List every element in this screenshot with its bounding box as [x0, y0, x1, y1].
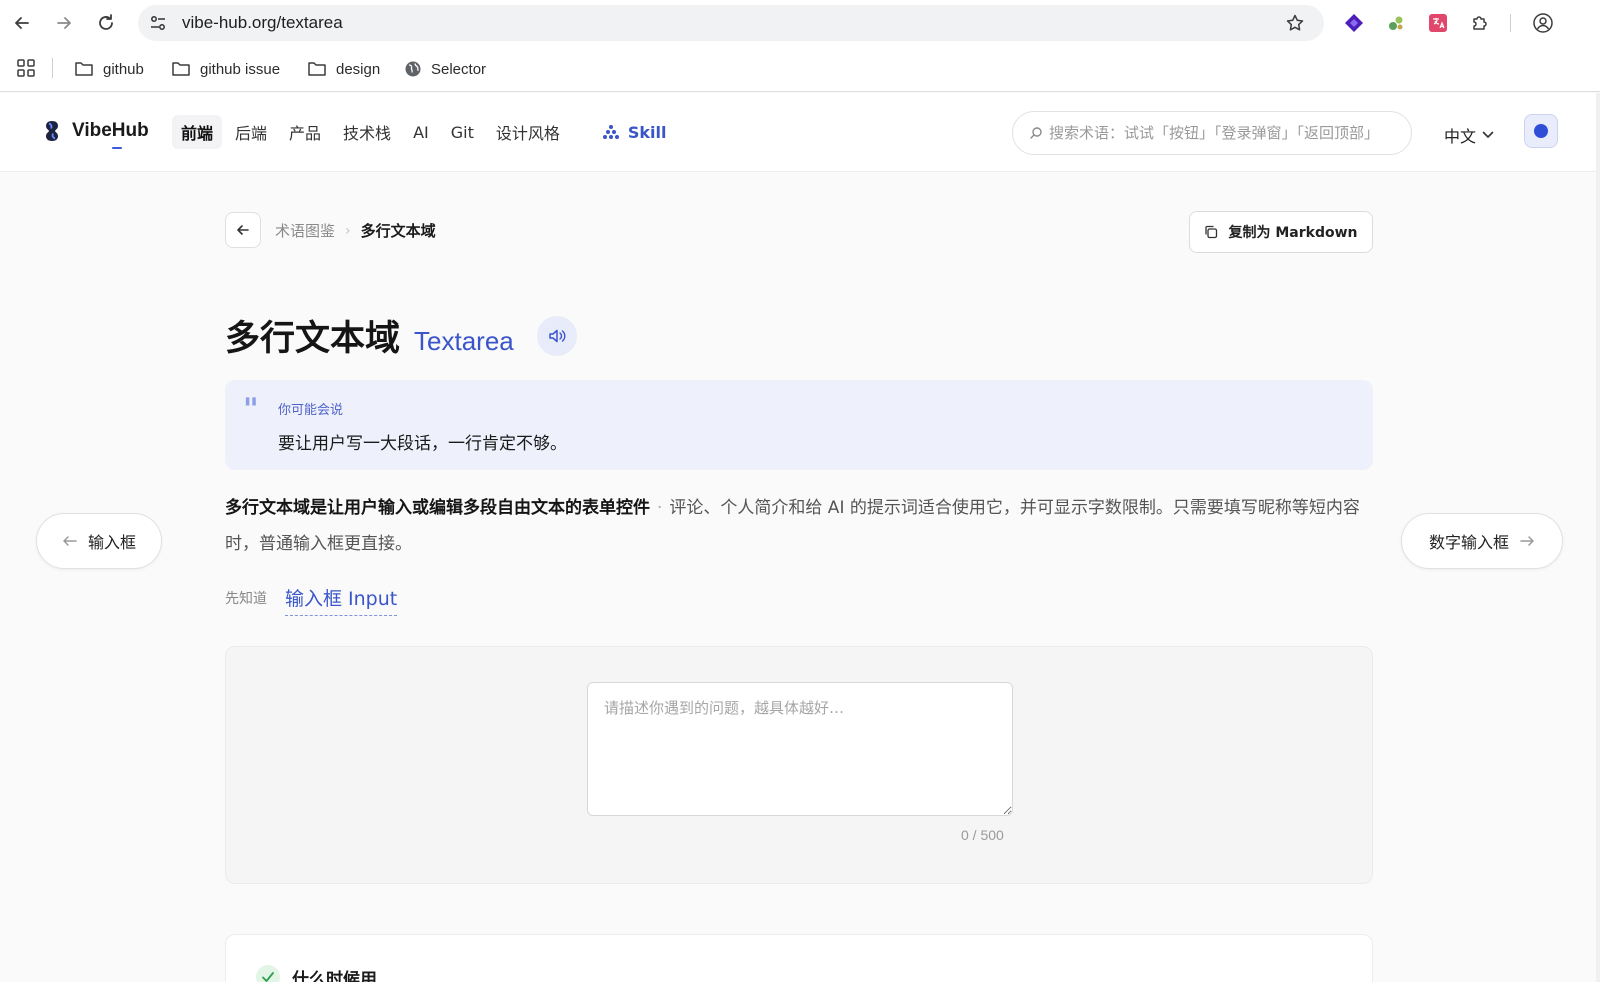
- skill-pyramid-icon: [602, 125, 619, 139]
- copy-markdown-button[interactable]: 复制为 Markdown: [1189, 211, 1373, 253]
- profile-icon[interactable]: [1532, 12, 1554, 34]
- back-arrow-icon[interactable]: [11, 12, 33, 34]
- textarea-demo: 0 / 500: [225, 646, 1373, 884]
- bookmark-github[interactable]: github: [74, 57, 144, 81]
- term-description: 多行文本域是让用户输入或编辑多段自由文本的表单控件 · 评论、个人简介和给 AI 的…: [225, 490, 1375, 562]
- language-selector[interactable]: 中文: [1444, 123, 1494, 147]
- bookmark-label: Selector: [431, 60, 487, 78]
- prev-term-label: 输入框: [87, 533, 136, 552]
- vibehub-logo-icon: [46, 121, 58, 141]
- quote-mark-icon: ": [243, 392, 259, 427]
- breadcrumb: 术语图鉴 › 多行文本域: [275, 220, 436, 241]
- extension-tool-icon[interactable]: [1385, 12, 1407, 34]
- when-to-use-section: 什么时候用: [225, 934, 1373, 982]
- extensions-puzzle-icon[interactable]: [1469, 12, 1491, 34]
- site-header: VibeHub 前端 后端 产品 技术栈 AI Git 设计风格 Skill 中…: [0, 93, 1600, 172]
- nav-item-backend[interactable]: 后端: [226, 115, 276, 149]
- reload-icon[interactable]: [95, 12, 117, 34]
- forward-arrow-icon[interactable]: [53, 12, 75, 34]
- browser-toolbar: vibe-hub.org/textarea: [0, 0, 1600, 46]
- next-term-button[interactable]: 数字输入框: [1401, 513, 1563, 569]
- main-nav: 前端 后端 产品 技术栈 AI Git 设计风格 Skill: [172, 115, 676, 149]
- nav-item-design-style[interactable]: 设计风格: [487, 115, 569, 149]
- breadcrumb-parent[interactable]: 术语图鉴: [275, 220, 335, 241]
- page-right-gutter: [1596, 93, 1600, 982]
- quote-label: 你可能会说: [278, 403, 344, 418]
- copy-markdown-label: 复制为 Markdown: [1228, 225, 1358, 241]
- site-logo[interactable]: VibeHub: [40, 119, 149, 143]
- bookmark-label: design: [336, 60, 381, 78]
- title-en: Textarea: [414, 326, 514, 356]
- bookmark-selector[interactable]: Selector: [404, 57, 486, 81]
- next-term-label: 数字输入框: [1428, 533, 1509, 552]
- arrow-right-icon: [1520, 536, 1534, 546]
- bookmark-design[interactable]: design: [307, 57, 380, 81]
- address-bar[interactable]: vibe-hub.org/textarea: [138, 5, 1324, 41]
- title-zh: 多行文本域: [225, 319, 401, 359]
- copy-icon: [1205, 225, 1218, 239]
- folder-icon: [172, 62, 190, 76]
- term-search[interactable]: [1012, 111, 1412, 155]
- description-lead: 多行文本域是让用户输入或编辑多段自由文本的表单控件: [225, 498, 650, 518]
- search-icon: [1030, 127, 1042, 139]
- bookmark-label: github: [103, 60, 144, 78]
- speaker-icon: [549, 329, 566, 343]
- prerequisite-label: 先知道: [225, 591, 267, 607]
- quote-text: 要让用户写一大段话，一行肯定不够。: [278, 434, 567, 454]
- demo-textarea[interactable]: [587, 682, 1013, 816]
- back-button[interactable]: [225, 212, 261, 248]
- chevron-down-icon: [1482, 131, 1494, 138]
- skill-label: Skill: [627, 122, 667, 142]
- character-counter: 0 / 500: [961, 827, 1004, 843]
- check-icon: [256, 965, 280, 982]
- page-title: 多行文本域 Textarea: [225, 310, 514, 361]
- logo-text: VibeHub: [72, 120, 149, 141]
- nav-item-skill[interactable]: Skill: [593, 115, 676, 149]
- toolbar-divider: [1510, 14, 1511, 32]
- bookmarks-bar: github github issue design Selector: [0, 46, 1600, 92]
- bookmark-label: github issue: [200, 60, 281, 78]
- nav-item-tech-stack[interactable]: 技术栈: [334, 115, 400, 149]
- url-text: vibe-hub.org/textarea: [182, 13, 343, 32]
- globe-icon: [405, 61, 421, 77]
- arrow-left-icon: [63, 536, 77, 546]
- nav-item-frontend[interactable]: 前端: [172, 115, 223, 149]
- bookmarks-divider: [52, 58, 53, 78]
- pronounce-button[interactable]: [537, 316, 577, 356]
- arrow-left-icon: [237, 225, 249, 235]
- you-might-say-callout: " 你可能会说 要让用户写一大段话，一行肯定不够。: [225, 380, 1373, 470]
- folder-icon: [75, 62, 93, 76]
- breadcrumb-current: 多行文本域: [360, 222, 436, 240]
- when-to-use-title: 什么时候用: [292, 970, 377, 982]
- extension-diamond-icon[interactable]: [1343, 12, 1365, 34]
- search-input[interactable]: [1049, 112, 1405, 154]
- theme-toggle[interactable]: [1524, 114, 1558, 148]
- prerequisite-link[interactable]: 输入框 Input: [285, 584, 398, 616]
- nav-item-product[interactable]: 产品: [280, 115, 330, 149]
- apps-grid-icon[interactable]: [16, 58, 36, 78]
- prev-term-button[interactable]: 输入框: [36, 513, 162, 569]
- site-settings-icon[interactable]: [148, 13, 168, 33]
- language-label: 中文: [1444, 127, 1477, 146]
- breadcrumb-chevron-icon: ›: [345, 222, 351, 239]
- nav-item-git[interactable]: Git: [442, 115, 483, 149]
- nav-item-ai[interactable]: AI: [404, 115, 438, 149]
- extension-translate-icon[interactable]: [1427, 12, 1449, 34]
- folder-icon: [308, 62, 326, 76]
- description-separator: ·: [657, 498, 663, 518]
- logo-underline: [112, 147, 122, 149]
- theme-dot-icon: [1534, 124, 1548, 138]
- bookmark-github-issue[interactable]: github issue: [171, 57, 280, 81]
- bookmark-star-icon[interactable]: [1284, 12, 1306, 34]
